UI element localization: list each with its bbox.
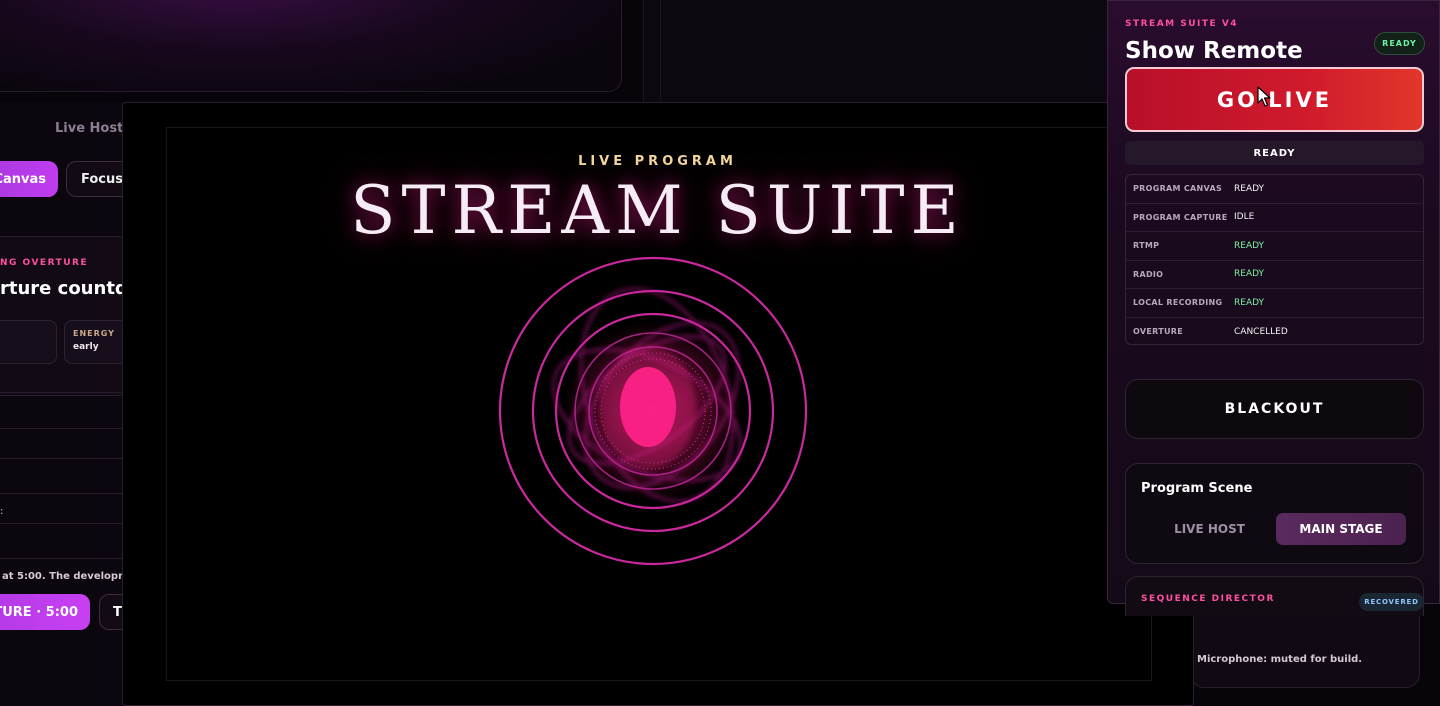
background-top-right-panel	[643, 0, 1123, 102]
remote-kicker: STREAM SUITE V4	[1125, 19, 1239, 29]
recovered-status-badge: RECOVERED	[1359, 593, 1424, 611]
remote-title: Show Remote	[1125, 38, 1303, 64]
status-value: READY	[1234, 297, 1265, 308]
row-divider	[0, 428, 124, 429]
table-row: OVERTURE CANCELLED	[1126, 318, 1423, 347]
status-table: PROGRAM CANVAS READY PROGRAM CAPTURE IDL…	[1125, 174, 1424, 345]
ready-status-badge: READY	[1374, 32, 1425, 55]
table-row: PROGRAM CANVAS READY	[1126, 175, 1423, 204]
sequence-director-card: SEQUENCE DIRECTOR RECOVERED	[1125, 576, 1424, 616]
mouse-pointer-icon	[1257, 86, 1271, 107]
table-row: LOCAL RECORDING READY	[1126, 289, 1423, 318]
overture-countdown-button[interactable]: TURE · 5:00	[0, 594, 90, 630]
row-divider	[0, 458, 124, 459]
status-key: OVERTURE	[1133, 327, 1184, 337]
background-live-host-label: Live Host	[55, 121, 124, 136]
background-divider	[660, 0, 661, 100]
blackout-button[interactable]: BLACKOUT	[1125, 379, 1424, 439]
show-remote-panel: STREAM SUITE V4 Show Remote READY GO LIV…	[1107, 0, 1440, 616]
program-scene-title: Program Scene	[1141, 481, 1253, 496]
row-divider	[0, 493, 124, 494]
scene-option-live-host[interactable]: LIVE HOST	[1144, 513, 1275, 545]
status-value: IDLE	[1234, 212, 1255, 223]
development-note: at 5:00. The developm	[2, 571, 129, 582]
overture-title: rture countdo	[0, 278, 141, 299]
visualizer-orb-icon	[498, 256, 808, 566]
row-divider	[0, 523, 124, 524]
overture-tile	[0, 320, 57, 364]
row-divider	[0, 392, 124, 393]
status-key: LOCAL RECORDING	[1133, 298, 1223, 308]
status-value: READY	[1234, 240, 1265, 251]
stream-status-bar: READY	[1125, 141, 1424, 165]
sequence-director-kicker: SEQUENCE DIRECTOR	[1141, 594, 1275, 604]
background-preview-panel	[0, 0, 622, 92]
go-live-button[interactable]: GO LIVE	[1125, 67, 1424, 132]
table-row: RTMP READY	[1126, 232, 1423, 261]
background-colon-text: :	[0, 506, 4, 517]
status-value: READY	[1234, 269, 1265, 280]
status-key: RTMP	[1133, 241, 1160, 251]
table-row: RADIO READY	[1126, 261, 1423, 289]
overture-kicker: NG OVERTURE	[0, 258, 89, 268]
program-scene-card: Program Scene LIVE HOST MAIN STAGE	[1125, 463, 1424, 564]
status-key: PROGRAM CANVAS	[1133, 184, 1223, 194]
status-key: PROGRAM CAPTURE	[1133, 212, 1228, 222]
status-value: CANCELLED	[1234, 326, 1288, 337]
microphone-status-text: Microphone: muted for build.	[1197, 654, 1363, 665]
status-key: RADIO	[1133, 269, 1164, 279]
table-row: PROGRAM CAPTURE IDLE	[1126, 204, 1423, 232]
status-value: READY	[1234, 183, 1265, 194]
row-divider	[0, 558, 124, 559]
scene-option-main-stage[interactable]: MAIN STAGE	[1276, 513, 1406, 545]
